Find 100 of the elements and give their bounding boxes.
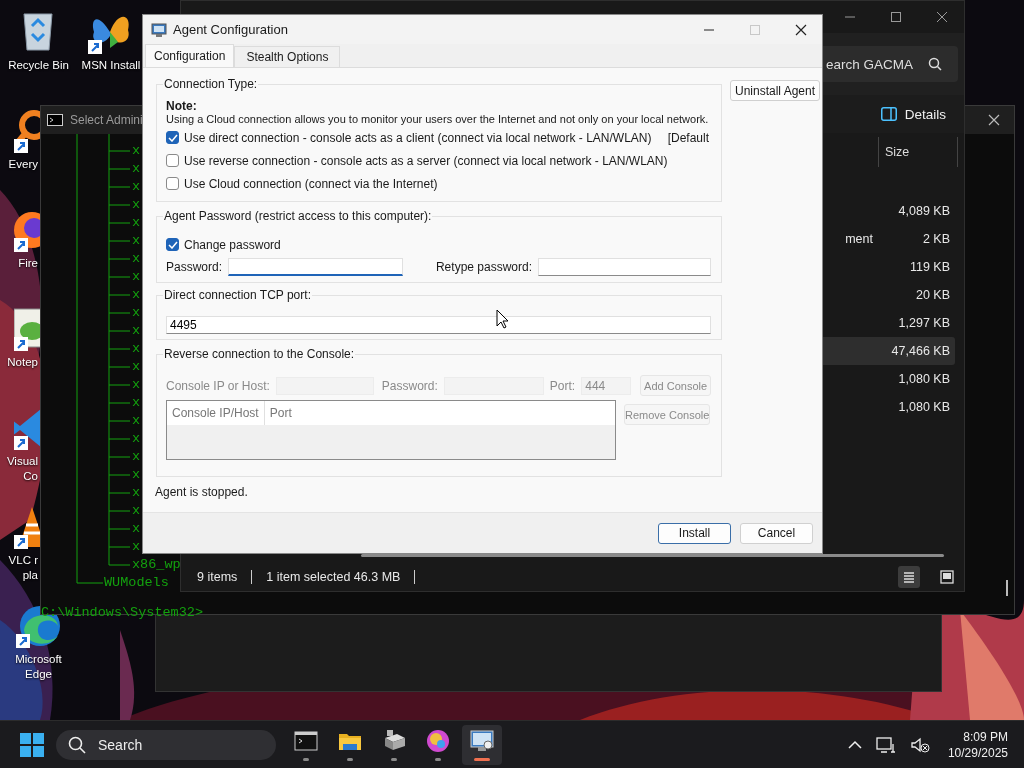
tab[interactable]: Stealth Options bbox=[234, 46, 341, 67]
file-size: 47,466 KB bbox=[890, 344, 951, 358]
command-prompt: C:\Windows\System32> bbox=[41, 604, 204, 622]
checkbox[interactable] bbox=[166, 177, 179, 190]
port-field[interactable]: 4495 bbox=[166, 316, 711, 334]
tree-item: x bbox=[132, 394, 141, 412]
terminal-icon bbox=[293, 728, 319, 754]
console-icon bbox=[47, 114, 63, 126]
icon-label: Notep bbox=[7, 355, 38, 370]
checkbox-label[interactable]: Use direct connection - console acts as a client (connect via local network - LAN/WLAN) bbox=[184, 130, 652, 145]
checkbox-label[interactable]: Change password bbox=[184, 237, 281, 252]
tree-item: x bbox=[132, 214, 141, 232]
tree-item: x bbox=[132, 502, 141, 520]
password-field[interactable] bbox=[228, 258, 404, 276]
tree-item: x bbox=[132, 304, 141, 322]
panel-icon bbox=[880, 107, 897, 121]
tree-item: x bbox=[132, 142, 141, 160]
taskbar-app[interactable] bbox=[462, 724, 502, 765]
list-view-button[interactable] bbox=[898, 566, 920, 588]
details-button[interactable]: Details bbox=[874, 102, 952, 126]
tree-item: x bbox=[132, 178, 141, 196]
icon-label: Visual bbox=[6, 454, 38, 469]
field-label: Console IP or Host: bbox=[166, 378, 270, 393]
search-icon bbox=[68, 735, 86, 754]
note-heading: Note: bbox=[166, 100, 198, 113]
checkbox[interactable] bbox=[166, 154, 179, 167]
note-text: Using a Cloud connection allows you to monitor your users over the Internet and not only on your local network. bbox=[166, 113, 709, 126]
status-text: Agent is stopped. bbox=[155, 485, 249, 501]
checkbox-label[interactable]: Use reverse connection - console acts as a server (connect via local network - LAN/WLAN) bbox=[184, 153, 668, 168]
tree-item: x bbox=[132, 268, 141, 286]
tree-item: x bbox=[132, 466, 141, 484]
tree-item: x bbox=[132, 322, 141, 340]
clock[interactable]: 8:09 PM 10/29/2025 bbox=[947, 728, 1008, 761]
icon-label: Microsoft bbox=[15, 652, 62, 667]
tree-item: x bbox=[132, 358, 141, 376]
default-label: [Default bbox=[667, 130, 709, 145]
icon-label: Edge bbox=[25, 667, 52, 682]
tree-item: x bbox=[132, 430, 141, 448]
icon-label: pla bbox=[22, 568, 38, 583]
checkbox-label[interactable]: Use Cloud connection (connect via the Internet) bbox=[184, 176, 438, 191]
checkmark-icon bbox=[167, 240, 178, 249]
status-text: 9 items bbox=[197, 570, 238, 584]
icon-label: MSN Install bbox=[81, 58, 141, 73]
close-icon[interactable] bbox=[795, 23, 807, 36]
tree-item: x bbox=[132, 484, 141, 502]
group-label: Reverse connection to the Console: bbox=[163, 347, 356, 361]
search-icon bbox=[928, 57, 942, 71]
tree-item: x bbox=[132, 286, 141, 304]
tree-item: x bbox=[132, 538, 141, 556]
field-label: Port: bbox=[549, 378, 576, 393]
icon-label: Every bbox=[8, 157, 38, 172]
tree-item: WUModels bbox=[104, 574, 169, 592]
icon-label: Co bbox=[23, 469, 38, 484]
status-text: 1 item selected 46.3 MB bbox=[266, 570, 401, 584]
search-field[interactable]: Search bbox=[56, 729, 276, 760]
tree-item: x bbox=[132, 520, 141, 538]
tree-item: x86_wp bbox=[132, 556, 181, 574]
checkmark-icon bbox=[167, 133, 178, 142]
field-label: Password: bbox=[381, 378, 438, 393]
close-icon[interactable] bbox=[988, 114, 1000, 126]
tree-item: x bbox=[132, 448, 141, 466]
icon-label: Fire bbox=[18, 256, 38, 271]
tree-item: x bbox=[132, 376, 141, 394]
field-label: Retype password: bbox=[435, 260, 532, 274]
tree-item: x bbox=[132, 196, 141, 214]
checkbox[interactable] bbox=[166, 238, 179, 251]
checkbox[interactable] bbox=[166, 131, 179, 144]
speaker-muted-icon[interactable] bbox=[909, 735, 930, 754]
uninstall-button[interactable]: Uninstall Agent bbox=[730, 80, 821, 101]
column-header[interactable]: Size bbox=[878, 137, 958, 167]
scrollbar-thumb[interactable] bbox=[1006, 580, 1008, 596]
tree-item: x bbox=[132, 160, 141, 178]
group-label: Direct connection TCP port: bbox=[163, 288, 312, 302]
tile-view-icon bbox=[939, 569, 955, 585]
close-icon[interactable] bbox=[936, 11, 948, 23]
dialog-button[interactable]: Install bbox=[658, 522, 731, 544]
tree-item: x bbox=[132, 232, 141, 250]
field-label: Password: bbox=[166, 260, 223, 274]
start-icon[interactable] bbox=[20, 732, 44, 757]
retype-password-field[interactable] bbox=[538, 258, 711, 276]
window-title: Agent Configuration bbox=[173, 22, 288, 37]
icon-label: VLC r bbox=[8, 553, 38, 568]
tree-item: x bbox=[132, 340, 141, 358]
tree-item: x bbox=[132, 250, 141, 268]
mouse-cursor-icon bbox=[496, 309, 509, 329]
group-label: Agent Password (restrict access to this computer): bbox=[163, 209, 433, 223]
list-view-icon bbox=[901, 569, 917, 585]
file-name: ment bbox=[845, 232, 873, 246]
scrollbar[interactable] bbox=[361, 554, 944, 557]
maximize-icon[interactable] bbox=[890, 11, 902, 23]
orb-icon bbox=[425, 728, 451, 754]
monitor-icon bbox=[151, 21, 167, 38]
network-icon[interactable] bbox=[875, 735, 896, 754]
chevron-up-icon[interactable] bbox=[847, 739, 862, 750]
monitor-icon bbox=[469, 728, 495, 754]
file-size: 2 KB bbox=[921, 232, 951, 246]
icon-label: Recycle Bin bbox=[8, 58, 69, 73]
dialog-button[interactable]: Cancel bbox=[740, 522, 813, 544]
tab[interactable]: Configuration bbox=[145, 44, 235, 67]
group-label: Connection Type: bbox=[163, 77, 259, 91]
